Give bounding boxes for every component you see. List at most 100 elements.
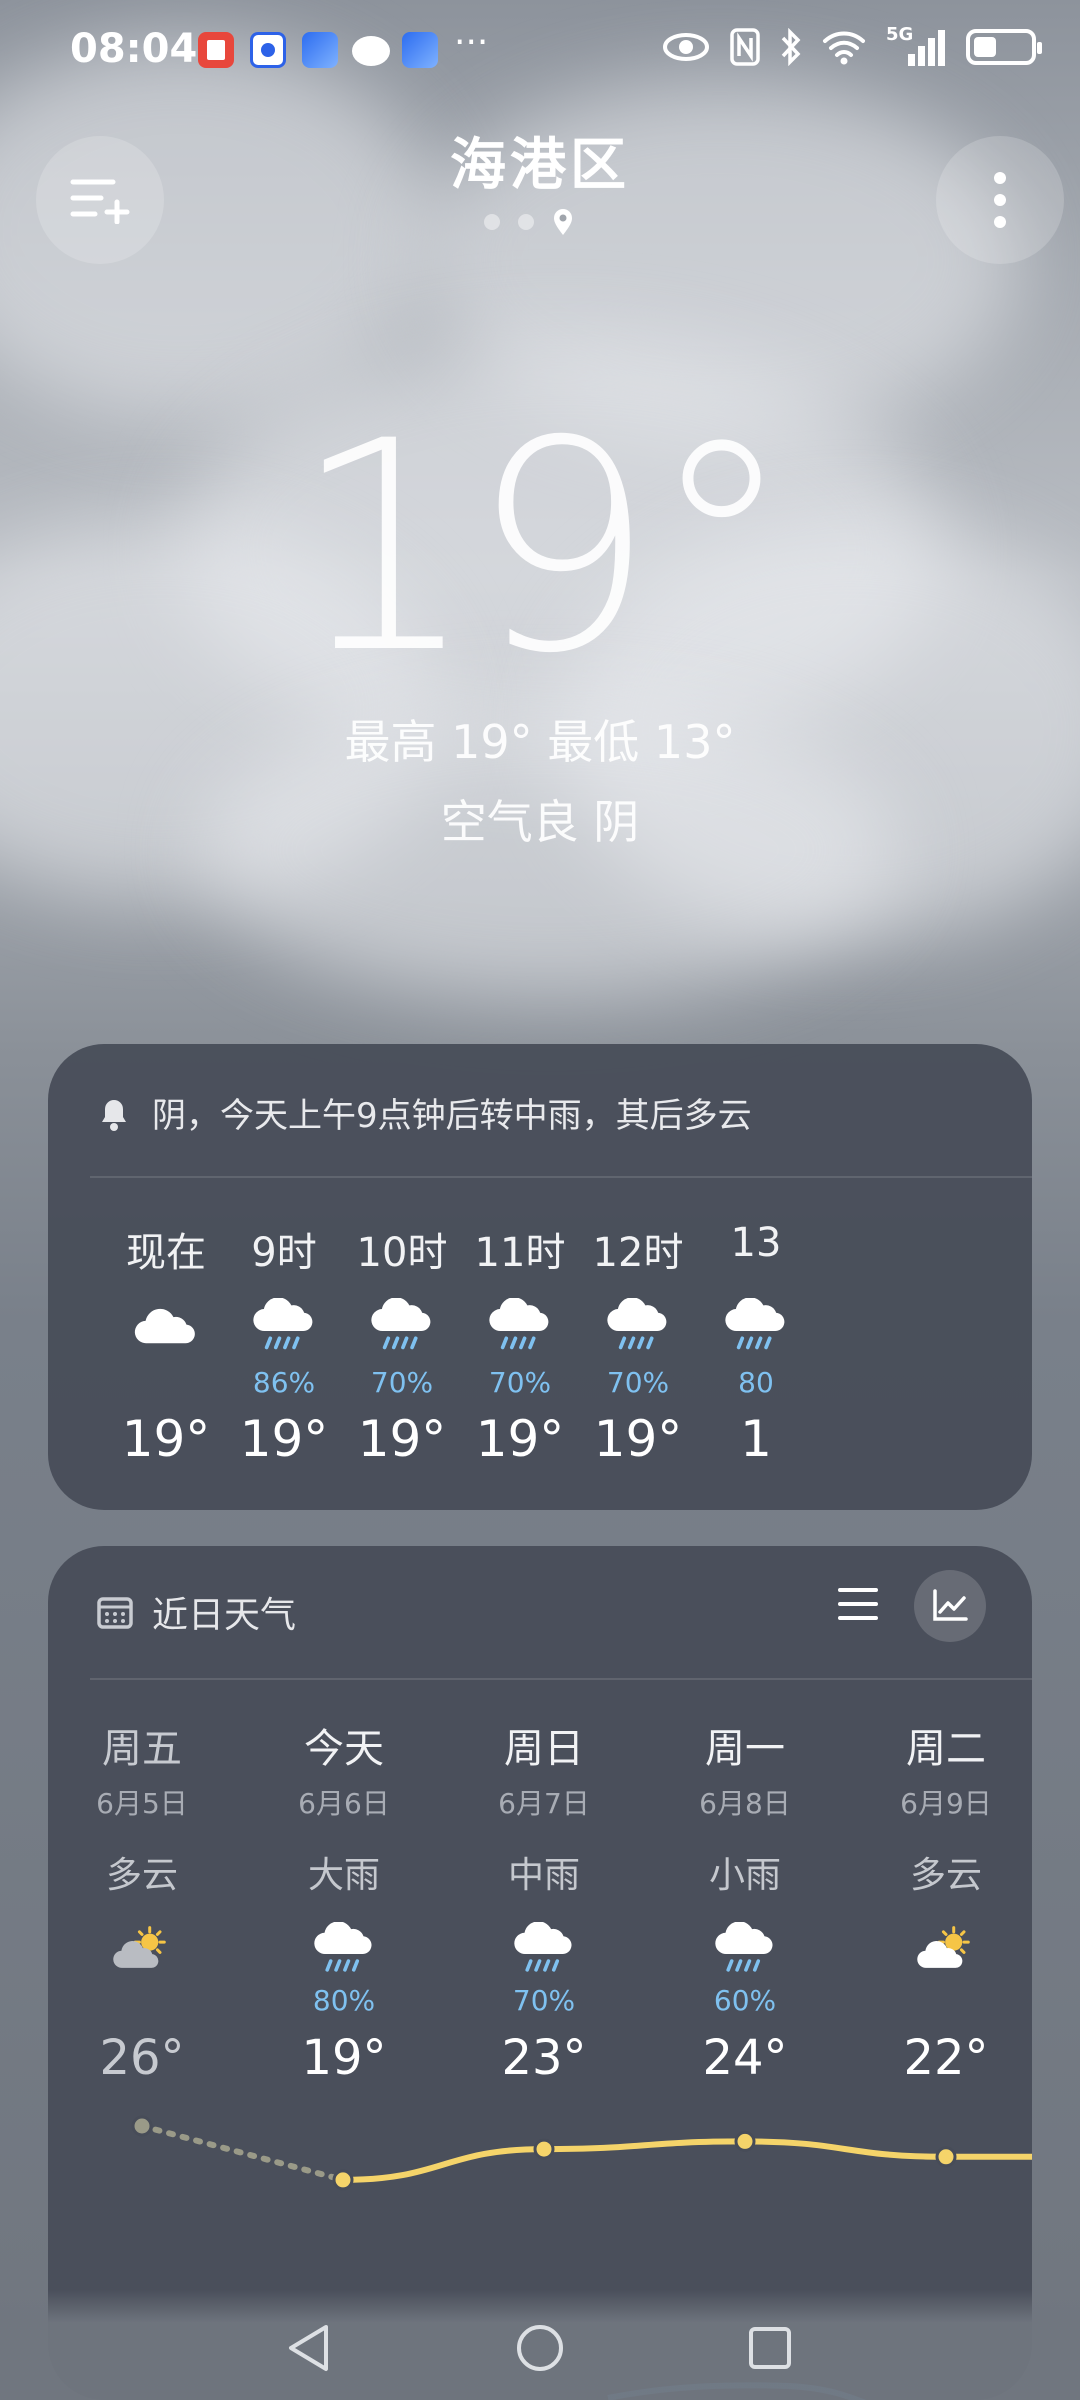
hourly-icon-wrap — [676, 1286, 836, 1366]
recents-square-icon — [749, 2327, 791, 2369]
chart-view-button[interactable] — [914, 1570, 986, 1642]
battery-level — [974, 37, 997, 57]
trend-chart-icon — [933, 1589, 968, 1621]
trend-point — [935, 2146, 957, 2168]
message-app-icon — [352, 36, 390, 66]
book-app-icon — [198, 32, 234, 68]
daily-date: 6月5日 — [96, 1787, 188, 1820]
daily-condition: 大雨 — [307, 1855, 380, 1896]
list-view-button[interactable] — [838, 1586, 878, 1626]
daily-temp: 22° — [903, 2030, 989, 2086]
daily-temp: 19° — [301, 2030, 387, 2086]
high-trend-line — [342, 2138, 1032, 2183]
trend-point — [734, 2130, 756, 2152]
hourly-time: 13 — [730, 1220, 782, 1266]
daily-icon-wrap — [244, 1914, 444, 1984]
page-indicator[interactable] — [484, 208, 574, 236]
daily-day: 周一 — [705, 1726, 785, 1772]
daily-icon-wrap — [846, 1914, 1032, 1984]
rain-icon — [371, 1298, 431, 1350]
air-quality-condition: 空气良 阴 — [440, 795, 640, 849]
daily-temp: 24° — [702, 2030, 788, 2086]
bluetooth-icon — [781, 28, 801, 66]
cellular-signal-icon: 5G — [886, 24, 946, 66]
daily-item: 周五 6月5日多云 26° — [48, 1716, 242, 2086]
home-button[interactable] — [510, 2318, 570, 2378]
back-button[interactable] — [278, 2318, 338, 2378]
browser-app-icon — [402, 32, 438, 68]
divider — [90, 1176, 1032, 1178]
rain-icon — [607, 1298, 667, 1350]
daily-item: 周二 6月9日多云 22° — [846, 1716, 1032, 2086]
daily-condition: 中雨 — [507, 1855, 580, 1896]
light-rain-icon — [715, 1922, 773, 1973]
page-dot — [518, 214, 534, 230]
home-circle-icon — [517, 2325, 563, 2371]
location-pin-icon — [554, 209, 572, 235]
daily-item: 周日 6月7日 中雨 70% 23° — [444, 1716, 644, 2086]
navigation-bar — [0, 2290, 1080, 2400]
daily-item: 周一 6月8日小雨 60% 24° — [645, 1716, 845, 2086]
partly-cloudy-icon — [113, 1926, 166, 1968]
status-icons: 5G — [662, 24, 1042, 66]
recents-button[interactable] — [740, 2318, 800, 2378]
daily-date: 6月8日 — [699, 1787, 791, 1820]
daily-icon-wrap — [48, 1914, 242, 1984]
daily-icon-wrap — [444, 1914, 644, 1984]
page-dot — [484, 214, 500, 230]
daily-condition: 多云 — [105, 1855, 178, 1896]
past-trend-line — [139, 2123, 346, 2183]
daily-precip — [846, 1984, 1032, 2020]
more-options-button[interactable] — [936, 136, 1064, 264]
list-icon — [838, 1588, 878, 1620]
daily-temp: 26° — [99, 2030, 185, 2086]
divider — [90, 1678, 1032, 1680]
rain-icon — [253, 1298, 313, 1350]
hourly-temp: 1 — [740, 1410, 772, 1468]
wifi-icon — [823, 31, 865, 65]
daily-title-text: 近日天气 — [152, 1595, 297, 1636]
trend-point — [533, 2138, 555, 2160]
hourly-forecast-card[interactable]: 阴，今天上午9点钟后转中雨，其后多云 现在 19° 9时 86% 19° 10时 70% 19… — [48, 1044, 1032, 1510]
alert-text: 阴，今天上午9点钟后转中雨，其后多云 — [152, 1096, 752, 1136]
weather-alert[interactable]: 阴，今天上午9点钟后转中雨，其后多云 — [96, 1088, 752, 1137]
daily-forecast-card[interactable]: 近日天气 周五 6月5日 多云 26° 今天 6月6日 大雨 80% 19° 周日 6月7日 中雨 70… — [48, 1546, 1032, 2400]
daily-day: 今天 — [304, 1726, 384, 1772]
baidu-app-icon — [250, 32, 286, 68]
daily-precip — [48, 1984, 242, 2020]
rain-icon — [725, 1298, 785, 1350]
cloud-icon — [134, 1308, 195, 1343]
eye-icon — [663, 33, 709, 61]
network-type: 5G — [886, 24, 914, 45]
daily-precip: 80% — [312, 1984, 376, 2017]
bell-icon — [102, 1099, 126, 1131]
daily-day: 周二 — [906, 1726, 986, 1772]
city-name: 海港区 — [450, 133, 630, 198]
partly-cloudy-sun-icon — [917, 1926, 970, 1968]
daily-title: 近日天气 — [96, 1586, 296, 1638]
daily-day: 周五 — [102, 1726, 182, 1772]
current-temperature: 19° — [291, 380, 794, 717]
heavy-rain-icon — [314, 1922, 372, 1973]
daily-condition: 小雨 — [708, 1855, 781, 1896]
battery-icon — [966, 29, 1042, 65]
daily-day: 周日 — [504, 1726, 584, 1772]
more-notifications-icon: ··· — [454, 22, 489, 63]
calendar-icon — [97, 1597, 133, 1629]
rain-icon — [489, 1298, 549, 1350]
trend-point — [332, 2169, 354, 2191]
trend-point — [131, 2115, 153, 2137]
daily-date: 6月9日 — [900, 1787, 992, 1820]
daily-precip: 60% — [713, 1984, 777, 2017]
high-low-temperature: 最高 19° 最低 13° — [344, 715, 736, 769]
nfc-icon — [730, 28, 760, 66]
status-bar: 08:04 ··· 5G — [0, 0, 1080, 100]
daily-precip: 70% — [512, 1984, 576, 2017]
status-time: 08:04 — [70, 26, 198, 72]
daily-icon-wrap — [645, 1914, 845, 1984]
hourly-item: 13 80 1 — [676, 1220, 836, 1468]
daily-temp: 23° — [501, 2030, 587, 2086]
daily-condition: 多云 — [909, 1855, 982, 1896]
hourly-precip: 80 — [738, 1366, 774, 1399]
daily-date: 6月6日 — [298, 1787, 390, 1820]
